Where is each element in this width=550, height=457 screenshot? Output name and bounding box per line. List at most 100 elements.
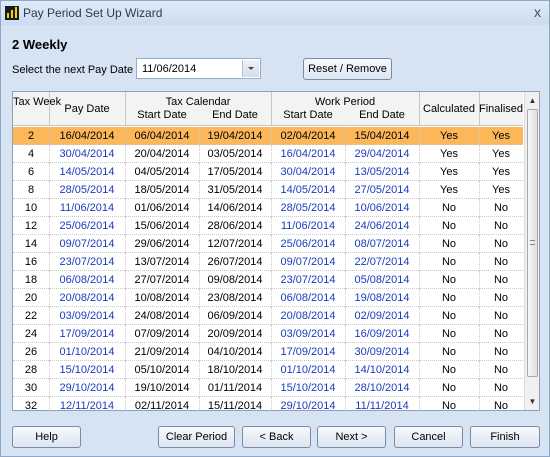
cell-work-end: 02/09/2014 bbox=[354, 310, 410, 322]
cell-calculated: No bbox=[441, 310, 457, 322]
cell-tax-start: 02/11/2014 bbox=[134, 400, 190, 411]
cell-pay: 09/07/2014 bbox=[59, 238, 115, 250]
cell-calculated: No bbox=[441, 256, 457, 268]
cell-work-end: 14/10/2014 bbox=[354, 364, 410, 376]
cell-calculated: Yes bbox=[440, 184, 458, 196]
cell-tax-end: 28/06/2014 bbox=[207, 220, 263, 232]
cell-pay: 01/10/2014 bbox=[59, 346, 115, 358]
cell-tax-end: 19/04/2014 bbox=[207, 130, 263, 142]
table-row[interactable]: 28 15/10/2014 05/10/2014 18/10/2014 01/10/20… bbox=[13, 361, 523, 379]
section-title: 2 Weekly bbox=[12, 37, 68, 52]
cell-tax-start: 07/09/2014 bbox=[134, 328, 190, 340]
close-icon[interactable]: x bbox=[534, 4, 541, 20]
scroll-down-icon[interactable]: ▼ bbox=[525, 394, 539, 409]
cell-pay: 28/05/2014 bbox=[59, 184, 115, 196]
cell-pay: 23/07/2014 bbox=[59, 256, 115, 268]
pay-period-table: Tax Week Pay Date Tax Calendar Start Dat… bbox=[12, 91, 540, 411]
cell-week: 2 bbox=[27, 130, 35, 142]
help-button[interactable]: Help bbox=[12, 426, 81, 448]
table-row[interactable]: 6 14/05/2014 04/05/2014 17/05/2014 30/04/201… bbox=[13, 163, 523, 181]
cell-tax-end: 23/08/2014 bbox=[207, 292, 263, 304]
table-row[interactable]: 26 01/10/2014 21/09/2014 04/10/2014 17/09/20… bbox=[13, 343, 523, 361]
finish-button[interactable]: Finish bbox=[470, 426, 540, 448]
table-row[interactable]: 4 30/04/2014 20/04/2014 03/05/2014 16/04/201… bbox=[13, 145, 523, 163]
cell-finalised: No bbox=[493, 256, 509, 268]
cell-tax-start: 18/05/2014 bbox=[134, 184, 190, 196]
scroll-thumb[interactable] bbox=[527, 109, 538, 377]
cell-tax-start: 04/05/2014 bbox=[134, 166, 190, 178]
cell-tax-end: 14/06/2014 bbox=[207, 202, 263, 214]
chevron-down-icon[interactable] bbox=[242, 60, 259, 77]
cell-week: 14 bbox=[24, 238, 38, 250]
vertical-scrollbar[interactable]: ▲ ▼ bbox=[524, 92, 539, 410]
cell-calculated: Yes bbox=[440, 166, 458, 178]
cell-tax-end: 20/09/2014 bbox=[207, 328, 263, 340]
cell-calculated: Yes bbox=[440, 148, 458, 160]
cell-calculated: Yes bbox=[440, 130, 458, 142]
cell-calculated: No bbox=[441, 364, 457, 376]
cell-week: 30 bbox=[24, 382, 38, 394]
cell-tax-start: 06/04/2014 bbox=[134, 130, 190, 142]
cell-week: 26 bbox=[24, 346, 38, 358]
cell-tax-end: 18/10/2014 bbox=[207, 364, 263, 376]
cell-tax-end: 17/05/2014 bbox=[207, 166, 263, 178]
cell-work-end: 27/05/2014 bbox=[354, 184, 410, 196]
cell-tax-start: 20/04/2014 bbox=[134, 148, 190, 160]
cancel-button[interactable]: Cancel bbox=[394, 426, 463, 448]
table-row[interactable]: 24 17/09/2014 07/09/2014 20/09/2014 03/09/20… bbox=[13, 325, 523, 343]
cell-finalised: No bbox=[493, 328, 509, 340]
cell-work-end: 28/10/2014 bbox=[354, 382, 410, 394]
table-row[interactable]: 22 03/09/2014 24/08/2014 06/09/2014 20/08/20… bbox=[13, 307, 523, 325]
table-row[interactable]: 2 16/04/2014 06/04/2014 19/04/2014 02/04/201… bbox=[13, 127, 523, 145]
back-button[interactable]: < Back bbox=[242, 426, 311, 448]
cell-work-start: 11/06/2014 bbox=[280, 220, 336, 232]
table-body: 2 16/04/2014 06/04/2014 19/04/2014 02/04/201… bbox=[13, 127, 523, 411]
cell-work-end: 10/06/2014 bbox=[354, 202, 410, 214]
window-title: Pay Period Set Up Wizard bbox=[23, 6, 163, 20]
cell-pay: 15/10/2014 bbox=[59, 364, 115, 376]
app-chart-icon bbox=[5, 6, 19, 20]
pay-date-value: 11/06/2014 bbox=[142, 63, 197, 75]
cell-tax-start: 13/07/2014 bbox=[134, 256, 190, 268]
cell-tax-end: 03/05/2014 bbox=[207, 148, 263, 160]
cell-tax-start: 19/10/2014 bbox=[134, 382, 190, 394]
cell-finalised: No bbox=[493, 274, 509, 286]
table-row[interactable]: 16 23/07/2014 13/07/2014 26/07/2014 09/07/20… bbox=[13, 253, 523, 271]
cell-calculated: No bbox=[441, 328, 457, 340]
scroll-up-icon[interactable]: ▲ bbox=[525, 93, 539, 108]
table-row[interactable]: 12 25/06/2014 15/06/2014 28/06/2014 11/06/20… bbox=[13, 217, 523, 235]
cell-tax-end: 04/10/2014 bbox=[207, 346, 263, 358]
cell-week: 8 bbox=[27, 184, 35, 196]
table-row[interactable]: 14 09/07/2014 29/06/2014 12/07/2014 25/06/20… bbox=[13, 235, 523, 253]
table-row[interactable]: 30 29/10/2014 19/10/2014 01/11/2014 15/10/20… bbox=[13, 379, 523, 397]
clear-period-button[interactable]: Clear Period bbox=[158, 426, 235, 448]
cell-calculated: No bbox=[441, 274, 457, 286]
cell-week: 4 bbox=[27, 148, 35, 160]
next-button[interactable]: Next > bbox=[317, 426, 386, 448]
cell-work-start: 09/07/2014 bbox=[280, 256, 336, 268]
cell-pay: 25/06/2014 bbox=[59, 220, 115, 232]
cell-pay: 30/04/2014 bbox=[59, 148, 115, 160]
cell-calculated: No bbox=[441, 346, 457, 358]
header-pay-date: Pay Date bbox=[64, 103, 110, 115]
cell-tax-end: 01/11/2014 bbox=[207, 382, 263, 394]
cell-tax-end: 12/07/2014 bbox=[207, 238, 263, 250]
wizard-window: Pay Period Set Up Wizard x 2 Weekly Sele… bbox=[0, 0, 550, 457]
header-calculated: Calculated bbox=[423, 103, 475, 115]
table-row[interactable]: 18 06/08/2014 27/07/2014 09/08/2014 23/07/20… bbox=[13, 271, 523, 289]
pay-date-combobox[interactable]: 11/06/2014 bbox=[136, 58, 261, 79]
cell-finalised: Yes bbox=[492, 130, 510, 142]
table-row[interactable]: 32 12/11/2014 02/11/2014 15/11/2014 29/10/20… bbox=[13, 397, 523, 411]
table-row[interactable]: 10 11/06/2014 01/06/2014 14/06/2014 28/05/20… bbox=[13, 199, 523, 217]
cell-tax-start: 10/08/2014 bbox=[134, 292, 190, 304]
cell-work-end: 24/06/2014 bbox=[354, 220, 410, 232]
table-row[interactable]: 8 28/05/2014 18/05/2014 31/05/2014 14/05/201… bbox=[13, 181, 523, 199]
cell-work-end: 29/04/2014 bbox=[354, 148, 410, 160]
cell-week: 10 bbox=[24, 202, 38, 214]
cell-work-start: 17/09/2014 bbox=[280, 346, 336, 358]
table-row[interactable]: 20 20/08/2014 10/08/2014 23/08/2014 06/08/20… bbox=[13, 289, 523, 307]
cell-pay: 29/10/2014 bbox=[59, 382, 115, 394]
cell-work-end: 22/07/2014 bbox=[354, 256, 410, 268]
reset-remove-button[interactable]: Reset / Remove bbox=[303, 58, 392, 80]
cell-week: 16 bbox=[24, 256, 38, 268]
